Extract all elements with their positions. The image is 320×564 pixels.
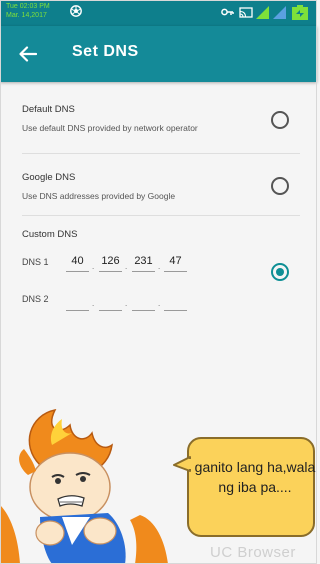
app-bar: Set DNS: [0, 26, 317, 82]
google-dns-option[interactable]: Google DNS Use DNS addresses provided by…: [22, 172, 175, 201]
aperture-icon: [70, 5, 82, 17]
dns2-octet-2-underline: [99, 310, 122, 311]
page-title: Set DNS: [72, 43, 139, 60]
divider: [22, 153, 300, 154]
dns1-octet-1-underline: [66, 271, 89, 272]
squirrel-mascot-sticker: [0, 408, 168, 564]
custom-dns-option[interactable]: Custom DNS: [22, 229, 77, 240]
cast-icon: [239, 7, 253, 18]
default-dns-option[interactable]: Default DNS Use default DNS provided by …: [22, 104, 198, 133]
dns1-octet-4[interactable]: 47: [164, 255, 187, 267]
back-button[interactable]: [14, 40, 42, 68]
default-dns-title: Default DNS: [22, 104, 75, 115]
dns2-octet-4-underline: [164, 310, 187, 311]
status-date: Mar. 14,2017: [6, 12, 47, 19]
signal-icon: [256, 6, 269, 19]
dns2-label: DNS 2: [22, 294, 49, 304]
battery-icon: [292, 5, 308, 20]
dns1-octet-2[interactable]: 126: [99, 255, 122, 267]
google-dns-description: Use DNS addresses provided by Google: [22, 191, 176, 201]
dns1-separator-2: .: [125, 262, 128, 271]
vpn-key-icon: [221, 8, 234, 16]
divider: [22, 215, 300, 216]
dns2-octet-1-underline: [66, 310, 89, 311]
custom-dns-title: Custom DNS: [22, 229, 78, 240]
speech-bubble-text: ganito lang ha,wala ng iba pa....: [194, 459, 316, 495]
arrow-back-icon: [19, 46, 37, 62]
dns1-octet-4-underline: [164, 271, 187, 272]
dns1-separator-3: .: [158, 262, 161, 271]
dns2-separator-3: .: [158, 299, 161, 308]
dns2-octet-3-underline: [132, 310, 155, 311]
status-time: Tue 02:03 PM: [6, 3, 50, 10]
default-dns-radio[interactable]: [271, 111, 289, 129]
dns1-separator-1: .: [92, 262, 95, 271]
dns2-separator-1: .: [92, 299, 95, 308]
dns1-octet-1[interactable]: 40: [66, 255, 89, 267]
dns1-octet-3[interactable]: 231: [132, 255, 155, 267]
uc-browser-watermark: UC Browser: [210, 544, 296, 561]
default-dns-description: Use default DNS provided by network oper…: [22, 123, 198, 133]
google-dns-title: Google DNS: [22, 172, 76, 183]
google-dns-radio[interactable]: [271, 177, 289, 195]
dns1-label: DNS 1: [22, 257, 49, 267]
status-bar: Tue 02:03 PM Mar. 14,2017: [0, 0, 317, 26]
speech-bubble: ganito lang ha,wala ng iba pa....: [173, 437, 316, 537]
dns2-separator-2: .: [125, 299, 128, 308]
custom-dns-radio[interactable]: [271, 263, 289, 281]
dns1-octet-2-underline: [99, 271, 122, 272]
signal-icon-2: [273, 6, 286, 19]
dns1-octet-3-underline: [132, 271, 155, 272]
